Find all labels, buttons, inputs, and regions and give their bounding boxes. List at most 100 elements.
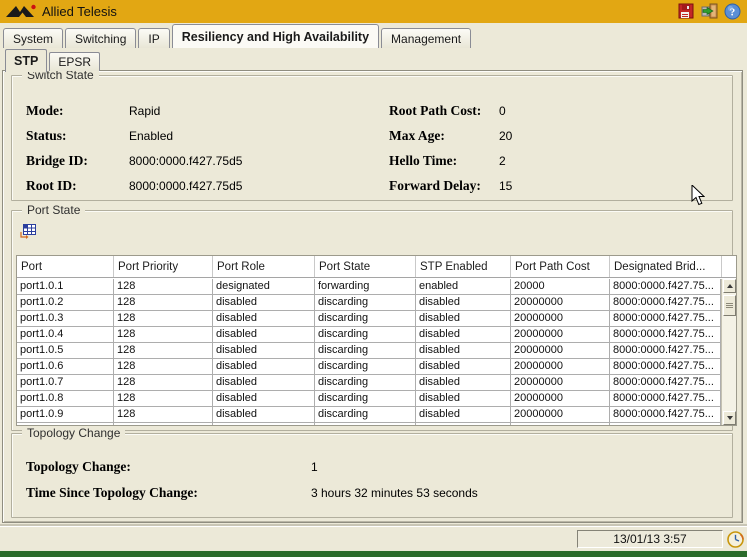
- table-cell: 128: [114, 343, 213, 358]
- field-label: Topology Change:: [26, 459, 311, 475]
- datetime-display: 13/01/13 3:57: [577, 530, 723, 548]
- field-value: 20: [499, 129, 512, 143]
- column-header-port-role[interactable]: Port Role: [213, 256, 315, 277]
- help-icon[interactable]: ?: [723, 2, 741, 20]
- tab-switching[interactable]: Switching: [65, 28, 136, 48]
- field-row-root-path-cost: Root Path Cost:0: [389, 98, 512, 123]
- table-row[interactable]: port1.0.7128disableddiscardingdisabled20…: [17, 375, 721, 391]
- field-row-topology-change: Topology Change:1: [26, 454, 478, 480]
- scrollbar-thumb[interactable]: [723, 295, 736, 316]
- tab-management[interactable]: Management: [381, 28, 471, 48]
- subtab-stp[interactable]: STP: [5, 49, 47, 72]
- table-cell: port1.0.6: [17, 359, 114, 374]
- table-cell: 20000: [511, 279, 610, 294]
- table-cell: disabled: [213, 343, 315, 358]
- table-cell: 8000:0000.f427.75...: [610, 279, 721, 294]
- table-cell: disabled: [213, 327, 315, 342]
- field-value: 1: [311, 460, 318, 474]
- table-cell: port1.0.2: [17, 295, 114, 310]
- field-label: Mode:: [26, 103, 129, 119]
- table-row[interactable]: port1.0.6128disableddiscardingdisabled20…: [17, 359, 721, 375]
- table-row[interactable]: port1.0.10128disableddiscardingdisabled2…: [17, 423, 721, 425]
- table-cell: port1.0.10: [17, 423, 114, 425]
- sub-tab-bar: STPEPSR: [0, 49, 747, 71]
- table-cell: disabled: [416, 423, 511, 425]
- bottom-edge-strip: [0, 551, 747, 557]
- table-row[interactable]: port1.0.1128designatedforwardingenabled2…: [17, 279, 721, 295]
- table-cell: 20000000: [511, 375, 610, 390]
- table-row[interactable]: port1.0.3128disableddiscardingdisabled20…: [17, 311, 721, 327]
- field-value: 3 hours 32 minutes 53 seconds: [311, 486, 478, 500]
- table-cell: discarding: [315, 391, 416, 406]
- scroll-down-button[interactable]: [723, 411, 736, 425]
- tab-ip[interactable]: IP: [138, 28, 169, 48]
- table-cell: port1.0.8: [17, 391, 114, 406]
- app-title: Allied Telesis: [42, 4, 117, 19]
- column-header-designated-brid[interactable]: Designated Brid...: [610, 256, 722, 277]
- table-cell: disabled: [416, 343, 511, 358]
- table-vertical-scrollbar[interactable]: [721, 279, 736, 425]
- table-cell: discarding: [315, 375, 416, 390]
- field-label: Status:: [26, 128, 129, 144]
- subtab-epsr[interactable]: EPSR: [49, 52, 100, 71]
- topology-fields: Topology Change:1Time Since Topology Cha…: [26, 454, 478, 506]
- allied-telesis-logo-icon: [6, 4, 36, 19]
- port-table-body: port1.0.1128designatedforwardingenabled2…: [17, 279, 721, 425]
- table-cell: 20000000: [511, 391, 610, 406]
- field-value: 0: [499, 104, 506, 118]
- svg-text:?: ?: [729, 6, 735, 18]
- main-tab-bar: SystemSwitchingIPResiliency and High Ava…: [0, 24, 747, 48]
- status-bar: 13/01/13 3:57: [0, 526, 747, 551]
- table-cell: disabled: [416, 327, 511, 342]
- table-cell: forwarding: [315, 279, 416, 294]
- field-value: Enabled: [129, 129, 173, 143]
- port-table-header: PortPort PriorityPort RolePort StateSTP …: [17, 256, 736, 278]
- table-cell: disabled: [416, 295, 511, 310]
- tab-resiliency-and-high-availability[interactable]: Resiliency and High Availability: [172, 24, 379, 48]
- table-cell: disabled: [416, 391, 511, 406]
- save-icon[interactable]: [677, 2, 695, 20]
- field-row-mode: Mode:Rapid: [26, 98, 242, 123]
- switch-state-left-fields: Mode:RapidStatus:EnabledBridge ID:8000:0…: [26, 98, 242, 198]
- table-row[interactable]: port1.0.5128disableddiscardingdisabled20…: [17, 343, 721, 359]
- column-header-port[interactable]: Port: [17, 256, 114, 277]
- table-cell: port1.0.5: [17, 343, 114, 358]
- field-value: 15: [499, 179, 512, 193]
- field-label: Time Since Topology Change:: [26, 485, 311, 501]
- table-row[interactable]: port1.0.8128disableddiscardingdisabled20…: [17, 391, 721, 407]
- group-legend: Topology Change: [22, 426, 125, 441]
- table-export-icon[interactable]: [20, 224, 36, 239]
- clock-sync-icon[interactable]: [727, 531, 744, 548]
- table-cell: 8000:0000.f427.75...: [610, 311, 721, 326]
- scroll-up-button[interactable]: [723, 279, 736, 293]
- table-cell: 20000000: [511, 423, 610, 425]
- table-cell: enabled: [416, 279, 511, 294]
- table-cell: discarding: [315, 359, 416, 374]
- table-row[interactable]: port1.0.2128disableddiscardingdisabled20…: [17, 295, 721, 311]
- field-row-root-id: Root ID:8000:0000.f427.75d5: [26, 173, 242, 198]
- table-cell: 128: [114, 375, 213, 390]
- table-cell: disabled: [213, 295, 315, 310]
- table-cell: 8000:0000.f427.75...: [610, 391, 721, 406]
- tab-system[interactable]: System: [3, 28, 63, 48]
- column-header-stp-enabled[interactable]: STP Enabled: [416, 256, 511, 277]
- table-cell: 20000000: [511, 295, 610, 310]
- table-cell: 20000000: [511, 343, 610, 358]
- table-cell: 128: [114, 359, 213, 374]
- table-row[interactable]: port1.0.4128disableddiscardingdisabled20…: [17, 327, 721, 343]
- table-cell: 8000:0000.f427.75...: [610, 327, 721, 342]
- field-row-hello-time: Hello Time:2: [389, 148, 512, 173]
- table-cell: disabled: [213, 311, 315, 326]
- logout-icon[interactable]: [700, 2, 718, 20]
- table-cell: disabled: [213, 407, 315, 422]
- table-cell: discarding: [315, 407, 416, 422]
- table-cell: disabled: [213, 391, 315, 406]
- column-header-port-state[interactable]: Port State: [315, 256, 416, 277]
- field-value: 8000:0000.f427.75d5: [129, 179, 242, 193]
- table-row[interactable]: port1.0.9128disableddiscardingdisabled20…: [17, 407, 721, 423]
- table-cell: disabled: [213, 375, 315, 390]
- column-header-port-priority[interactable]: Port Priority: [114, 256, 213, 277]
- column-header-port-path-cost[interactable]: Port Path Cost: [511, 256, 610, 277]
- table-cell: 20000000: [511, 359, 610, 374]
- table-cell: discarding: [315, 311, 416, 326]
